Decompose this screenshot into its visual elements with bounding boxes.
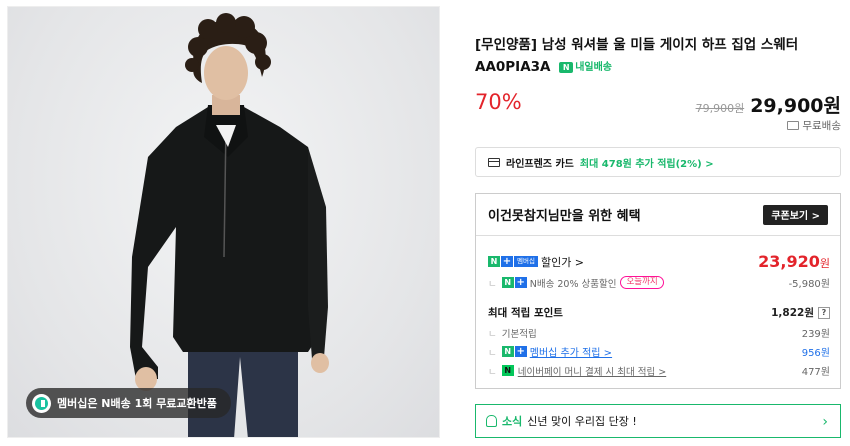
membership-points-value: 956원 <box>801 348 830 359</box>
today-only-badge: 오늘까지 <box>620 276 664 289</box>
bell-icon <box>486 415 497 427</box>
card-promo-lead: 라인프렌즈 카드 <box>506 158 574 170</box>
membership-badge-text: 멤버십은 N배송 1회 무료교환반품 <box>57 397 217 410</box>
npay-points-link[interactable]: 네이버페이 머니 결제 시 최대 적립 > <box>518 364 666 378</box>
card-promo-text: 최대 478원 추가 적립(2%) > <box>579 158 714 170</box>
basic-points-label: 기본적립 <box>501 328 537 340</box>
shipping-info: 무료배송 <box>787 118 841 133</box>
model-photo <box>130 13 329 437</box>
npay-points-row[interactable]: ㄴ N 네이버페이 머니 결제 시 최대 적립 > 477원 <box>488 363 830 378</box>
points-value: 1,822원 <box>771 307 814 319</box>
n-discount-label: N배송 20% 상품할인 <box>529 278 617 290</box>
price-row: 79,900원 29,900원 <box>696 91 841 118</box>
basic-points-value: 239원 <box>801 329 830 340</box>
help-icon[interactable]: ? <box>818 306 830 319</box>
n-delivery-icon: N <box>559 62 574 73</box>
n-discount-value: -5,980원 <box>788 279 830 290</box>
news-tag: 소식 <box>502 415 523 428</box>
membership-points-link[interactable]: 멤버십 추가 적립 > <box>530 344 612 359</box>
sale-price: 29,900원 <box>750 95 841 117</box>
original-price: 79,900원 <box>695 102 745 115</box>
credit-card-icon <box>488 157 500 167</box>
basic-points-row: ㄴ 기본적립 239원 <box>488 325 830 341</box>
news-banner[interactable]: 소식 신년 맞이 우리집 단장 ! › <box>475 404 841 438</box>
naver-pay-icon: N <box>501 365 514 376</box>
news-text: 신년 맞이 우리집 단장 ! <box>527 415 637 428</box>
benefit-header: 이건못참지님만을 위한 혜택 쿠폰보기 > <box>476 194 840 236</box>
product-info-panel: [무인양품] 남성 워셔블 울 미들 게이지 하프 집업 스웨터 AA0PIA3… <box>475 0 843 446</box>
n-plus-membership-badge: N + 멤버십 <box>488 256 538 267</box>
points-label: 최대 적립 포인트 <box>488 307 563 319</box>
benefit-box: 이건못참지님만을 위한 혜택 쿠폰보기 > N + 멤버십 할인가 > 23,920… <box>475 193 841 389</box>
member-price: 23,920원 <box>758 252 830 271</box>
n-plus-badge: N + <box>501 277 527 288</box>
n-plus-badge-2: N + <box>501 346 527 357</box>
member-price-row[interactable]: N + 멤버십 할인가 > 23,920원 <box>488 252 830 271</box>
chevron-right-icon: › <box>822 414 828 430</box>
points-row: 최대 적립 포인트 1,822원 ? <box>488 305 830 320</box>
benefit-title: 이건못참지님만을 위한 혜택 <box>488 209 641 224</box>
n-discount-row: ㄴ N + N배송 20% 상품할인 오늘까지 -5,980원 <box>488 276 830 290</box>
discount-rate: 70% <box>475 90 522 114</box>
membership-badge[interactable]: 멤버십은 N배송 1회 무료교환반품 <box>26 388 231 418</box>
membership-icon <box>32 393 51 413</box>
member-price-label: 할인가 > <box>540 255 585 269</box>
coupon-button[interactable]: 쿠폰보기 > <box>763 204 828 225</box>
product-image[interactable]: 멤버십은 N배송 1회 무료교환반품 <box>7 6 440 438</box>
npay-points-value: 477원 <box>801 367 830 378</box>
membership-points-row[interactable]: ㄴ N + 멤버십 추가 적립 > 956원 <box>488 344 830 359</box>
card-promo-link[interactable]: 라인프렌즈 카드 최대 478원 추가 적립(2%) > <box>475 147 841 177</box>
truck-icon <box>787 121 800 130</box>
delivery-badge: N 내일배송 <box>559 57 612 79</box>
product-title: [무인양품] 남성 워셔블 울 미들 게이지 하프 집업 스웨터 AA0PIA3… <box>475 34 843 79</box>
